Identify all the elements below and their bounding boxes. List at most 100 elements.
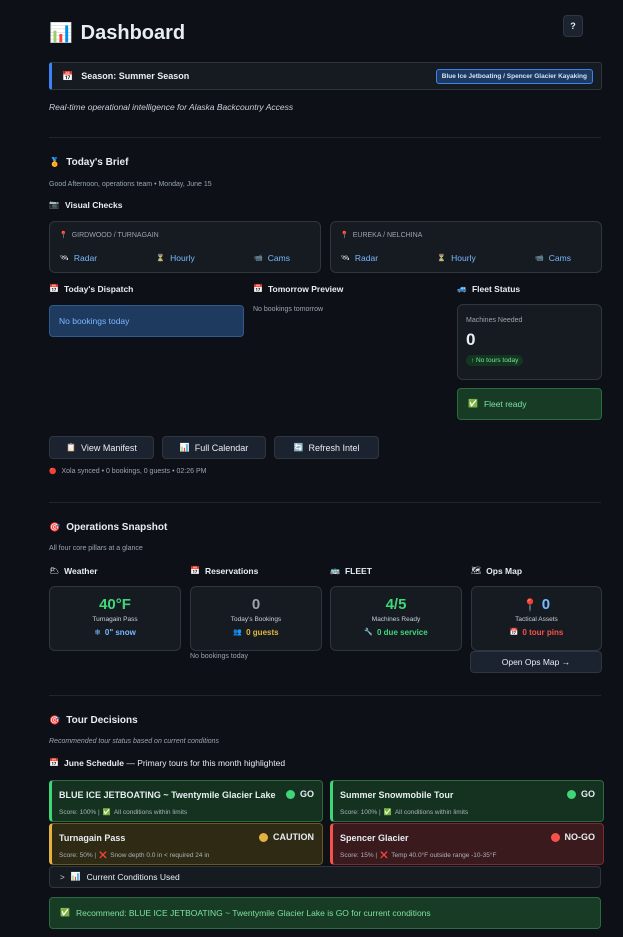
season-bar: 📅 Season: Summer Season Blue Ice Jetboat… <box>49 62 602 90</box>
tour-card-turnagain[interactable]: Turnagain Pass CAUTION Score: 50% | ❌ Snow… <box>49 823 323 865</box>
wrench-icon: 🔧 <box>364 629 373 636</box>
fleet-title: 🚙 Fleet Status <box>457 284 521 294</box>
snapshot-subtitle: All four core pillars at a glance <box>49 545 143 552</box>
region-name: GIRDWOOD / TURNAGAIN <box>71 232 159 239</box>
tour-card-spencer-glacier[interactable]: Spencer Glacier NO-GO Score: 15% | ❌ Temp … <box>330 823 604 865</box>
divider <box>49 502 601 503</box>
caution-status-icon <box>259 832 268 842</box>
tomorrow-empty: No bookings tomorrow <box>253 306 324 313</box>
chart-icon: 📊 <box>49 23 73 44</box>
divider <box>49 137 601 138</box>
pillar-title-reservations: 📅 Reservations <box>190 566 259 576</box>
snapshot-no-bookings: No bookings today <box>190 653 248 660</box>
pillar-value: 0 <box>251 596 261 613</box>
status-dot-icon: 🔴 <box>49 468 57 475</box>
no-tours-badge: ↑ No tours today <box>466 355 524 366</box>
calendar-icon: 📅 <box>253 284 263 293</box>
cross-icon: ❌ <box>99 852 108 859</box>
pillar-label: Tactical Assets <box>515 616 558 623</box>
page-title: 📊 Dashboard <box>49 22 186 44</box>
satellite-icon: 🛰 <box>60 254 69 262</box>
tagline: Real-time operational intelligence for A… <box>49 102 294 112</box>
video-camera-icon: 📹 <box>535 254 544 262</box>
status-badge: NO-GO <box>564 832 596 842</box>
sync-status: 🔴 Xola synced • 0 bookings, 0 guests • 0… <box>49 468 207 475</box>
radar-link[interactable]: 🛰 Radar <box>341 253 378 263</box>
tomorrow-title: 📅 Tomorrow Preview <box>253 284 344 294</box>
satellite-icon: 🛰 <box>341 254 350 262</box>
hourly-link[interactable]: ⏳ Hourly <box>437 253 475 263</box>
pillar-title-fleet: 🚌 FLEET <box>330 566 372 576</box>
view-manifest-button[interactable]: 📋 View Manifest <box>49 436 154 459</box>
pillar-title-ops-map: 🗺 Ops Map <box>471 566 523 576</box>
calendar-icon: 📅 <box>509 629 519 636</box>
chart-icon: 📊 <box>179 442 190 452</box>
clipboard-icon: 📋 <box>66 442 77 452</box>
hourly-link[interactable]: ⏳ Hourly <box>156 253 194 263</box>
status-badge: GO <box>299 789 314 799</box>
map-pin-icon: 📍 <box>522 597 538 612</box>
machines-value: 0 <box>466 330 476 349</box>
schedule-heading: 📅 June Schedule — Primary tours for this… <box>49 758 286 768</box>
divider <box>49 695 601 696</box>
pillar-value: 4/5 <box>385 596 407 613</box>
go-status-icon <box>285 789 295 799</box>
pillar-card-weather: 40°F Turnagain Pass ❄ 0" snow <box>49 586 181 651</box>
chevron-right-icon: > <box>60 872 65 882</box>
pin-icon: 📍 <box>59 232 68 239</box>
snowflake-icon: ❄ <box>94 627 101 637</box>
tour-name: BLUE ICE JETBOATING ~ Twentymile Glacier… <box>59 790 276 800</box>
calendar-icon: 📅 <box>62 70 74 81</box>
open-ops-map-button[interactable]: Open Ops Map → <box>470 651 602 673</box>
cloud-icon: 🌥 <box>49 566 60 575</box>
full-calendar-button[interactable]: 📊 Full Calendar <box>162 436 266 459</box>
hourglass-icon: ⏳ <box>437 254 447 262</box>
season-badge: Blue Ice Jetboating / Spencer Glacier Ka… <box>435 68 593 84</box>
check-icon: ✅ <box>383 809 392 816</box>
region-card-girdwood: 📍 GIRDWOOD / TURNAGAIN 🛰 Radar ⏳ Hourly 📹 C… <box>49 221 321 273</box>
tour-card-summer-snowmobile[interactable]: Summer Snowmobile Tour GO Score: 100% | ✅… <box>330 780 604 822</box>
brief-greeting: Good Afternoon, operations team • Monday… <box>49 181 212 188</box>
radar-link[interactable]: 🛰 Radar <box>60 253 97 263</box>
go-status-icon <box>566 789 576 799</box>
target-icon: 🎯 <box>49 522 61 532</box>
pillar-label: Today's Bookings <box>230 616 282 623</box>
guests-icon: 👥 <box>233 629 243 636</box>
check-icon: ✅ <box>60 908 70 917</box>
status-badge: CAUTION <box>273 832 314 842</box>
visual-checks-title: 📷 Visual Checks <box>49 200 123 210</box>
refresh-intel-button[interactable]: 🔄 Refresh Intel <box>274 436 379 459</box>
refresh-icon: 🔄 <box>293 442 304 452</box>
pin-icon: 📍 <box>340 232 349 239</box>
cams-link[interactable]: 📹 Cams <box>254 253 290 263</box>
vehicle-icon: 🚙 <box>457 284 467 293</box>
tour-card-blue-ice[interactable]: BLUE ICE JETBOATING ~ Twentymile Glacier… <box>49 780 323 822</box>
nogo-status-icon <box>550 832 560 842</box>
decisions-title: 🎯 Tour Decisions <box>49 715 138 726</box>
fleet-machines-card: Machines Needed 0 ↑ No tours today <box>457 304 602 380</box>
cross-icon: ❌ <box>380 852 389 859</box>
dispatch-empty: No bookings today <box>49 305 244 337</box>
current-conditions-expander[interactable]: > 📊 Current Conditions Used <box>49 866 601 888</box>
calendar-icon: 📅 <box>49 758 59 767</box>
camera-icon: 📷 <box>49 200 59 209</box>
chart-icon: 📊 <box>70 872 81 881</box>
pillar-card-ops-map: 📍 0 Tactical Assets 📅 0 tour pins <box>471 586 602 651</box>
pillar-value: 0 <box>541 596 551 613</box>
check-icon: ✅ <box>102 809 111 816</box>
decisions-subtitle: Recommended tour status based on current… <box>49 738 220 745</box>
bus-icon: 🚌 <box>330 566 340 575</box>
tour-name: Turnagain Pass <box>59 833 126 843</box>
help-button[interactable]: ? <box>563 15 583 37</box>
calendar-icon: 📅 <box>190 566 200 575</box>
map-icon: 🗺 <box>471 566 482 575</box>
pillar-card-fleet: 4/5 Machines Ready 🔧 0 due service <box>330 586 462 651</box>
season-label: Season: Summer Season <box>81 71 190 81</box>
pillar-title-weather: 🌥 Weather <box>49 566 98 576</box>
region-name: EUREKA / NELCHINA <box>352 232 423 239</box>
cams-link[interactable]: 📹 Cams <box>535 253 571 263</box>
pillar-value: 40°F <box>99 596 131 613</box>
pillar-label: Turnagain Pass <box>92 616 138 623</box>
hourglass-icon: ⏳ <box>156 254 166 262</box>
fleet-ready: ✅ Fleet ready <box>457 388 602 420</box>
